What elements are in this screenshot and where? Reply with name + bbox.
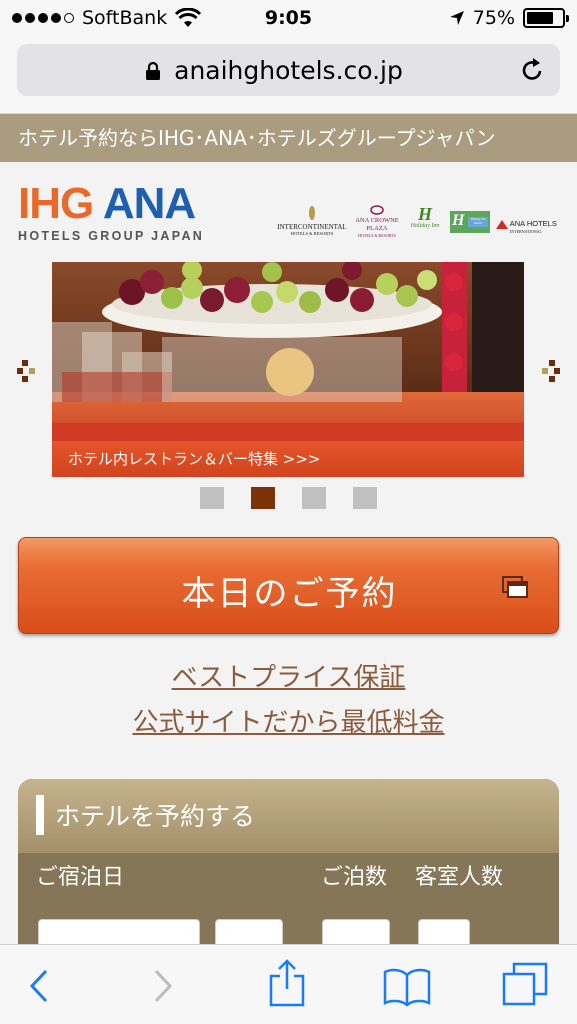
battery-icon — [523, 8, 569, 28]
logo-ihg-text: IHG — [18, 179, 94, 228]
slide-caption[interactable]: ホテル内レストラン＆バー特集 >>> — [52, 441, 524, 477]
slider-prev-arrow-icon[interactable] — [17, 358, 35, 384]
logo-subtitle: HOTELS GROUP JAPAN — [18, 229, 205, 243]
tabs-icon[interactable] — [502, 962, 548, 1006]
new-window-icon — [502, 576, 528, 598]
slider-dot[interactable] — [353, 487, 377, 509]
back-icon[interactable] — [26, 967, 52, 1005]
tagline-bar: ホテル予約ならIHG･ANA･ホテルズグループジャパン — [0, 114, 577, 162]
brand-logos: INTERCONTINENTAL HOTELS & RESORTS ANA CR… — [276, 205, 561, 243]
best-price-guarantee-link[interactable]: ベストプライス保証 — [0, 657, 577, 694]
slider-dot[interactable] — [251, 487, 275, 509]
forward-icon[interactable] — [150, 967, 176, 1005]
reload-icon[interactable] — [520, 57, 546, 83]
ihg-ana-logo[interactable]: IHG ANA HOTELS GROUP JAPAN — [18, 182, 213, 244]
reserve-today-button[interactable]: 本日のご予約 — [18, 537, 559, 634]
battery-level — [527, 12, 553, 24]
slider-dot[interactable] — [200, 487, 224, 509]
url-text: anaihghotels.co.jp — [174, 56, 403, 85]
location-arrow-icon — [449, 11, 464, 25]
address-bar[interactable]: anaihghotels.co.jp — [17, 44, 560, 96]
brand-holiday-inn-logo: H Holiday Inn — [410, 204, 440, 229]
official-site-lowest-price-link[interactable]: 公式サイトだから最低料金 — [0, 702, 577, 739]
booking-panel-title: ホテルを予約する — [55, 802, 256, 831]
share-icon[interactable] — [267, 959, 307, 1007]
brand-intercontinental-logo: INTERCONTINENTAL HOTELS & RESORTS — [276, 205, 348, 236]
checkin-date-label: ご宿泊日 — [36, 865, 125, 890]
brand-holiday-inn-resort-logo: H Holiday Inn Resort — [450, 211, 490, 233]
status-bar: SoftBank 9:05 75% — [0, 0, 577, 38]
nights-label: ご泊数 — [321, 865, 388, 890]
brand-ana-hotels-logo: ANA HOTELS INTERNATIONAL — [496, 219, 561, 234]
guests-label: 客室人数 — [415, 865, 504, 890]
promo-slider[interactable]: ホテル内レストラン＆バー特集 >>> — [52, 262, 524, 477]
slider-pagination — [200, 487, 377, 509]
slide-accent-strip — [52, 423, 524, 441]
browser-address-area: anaihghotels.co.jp — [0, 38, 577, 114]
bookmarks-icon[interactable] — [383, 967, 431, 1007]
slider-dot[interactable] — [302, 487, 326, 509]
status-right: 75% — [449, 7, 569, 29]
battery-percent: 75% — [472, 7, 515, 29]
browser-toolbar — [0, 944, 577, 1024]
brand-crowne-plaza-logo: ANA CROWNE PLAZA HOTELS & RESORTS — [348, 205, 406, 238]
booking-panel-header: ホテルを予約する — [18, 779, 559, 853]
slider-next-arrow-icon[interactable] — [542, 358, 560, 384]
logo-ana-text: ANA — [102, 179, 196, 228]
reserve-today-label: 本日のご予約 — [181, 574, 398, 614]
